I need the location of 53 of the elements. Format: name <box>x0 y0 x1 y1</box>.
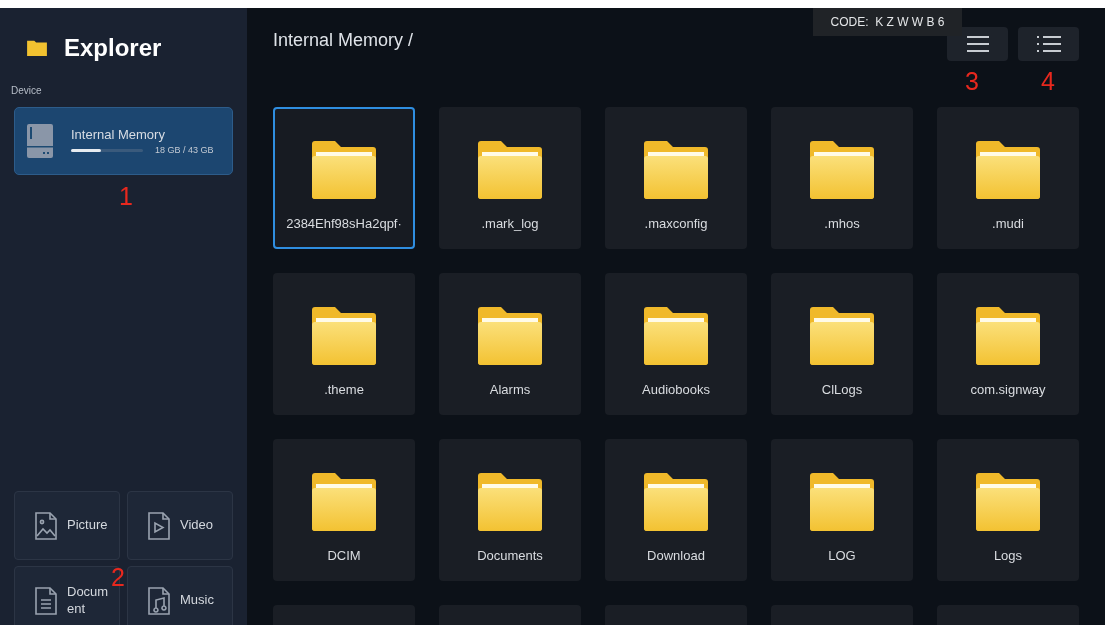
video-file-icon <box>148 511 170 540</box>
folder-icon <box>974 472 1042 532</box>
folder-tile[interactable]: .maxconfig <box>605 107 747 249</box>
annotation-number: 1 <box>119 182 133 211</box>
folder-icon <box>476 140 544 200</box>
storage-item[interactable]: Internal Memory 18 GB / 43 GB <box>14 107 233 175</box>
annotation-number: 3 <box>965 67 979 96</box>
folder-tile[interactable]: .mark_log <box>439 107 581 249</box>
menu-icon <box>966 36 989 52</box>
drive-icon <box>27 124 53 158</box>
folder-tile[interactable]: LOG <box>771 439 913 581</box>
folder-tile[interactable]: Download <box>605 439 747 581</box>
code-tooltip: CODE: K Z W W B 6 <box>813 8 962 36</box>
folder-tile[interactable]: DCIM <box>273 439 415 581</box>
folder-tile[interactable]: Documents <box>439 439 581 581</box>
music-file-icon <box>148 586 170 615</box>
category-button[interactable]: Picture <box>14 491 120 560</box>
folder-tile[interactable]: 2384Ehf98sHa2qpf· <box>273 107 415 249</box>
folder-tile[interactable]: ClLogs <box>771 273 913 415</box>
folder-icon <box>310 472 378 532</box>
category-button[interactable]: Music <box>127 566 233 625</box>
folder-icon <box>642 472 710 532</box>
folder-icon <box>974 306 1042 366</box>
section-label: Device <box>11 85 43 96</box>
storage-name: Internal Memory <box>71 127 166 142</box>
list-icon <box>1036 36 1061 52</box>
storage-usage-text: 18 GB / 43 GB <box>155 145 214 155</box>
picture-file-icon <box>35 511 57 540</box>
folder-tile[interactable]: Alarms <box>439 273 581 415</box>
folder-tile[interactable]: .mhos <box>771 107 913 249</box>
folder-tile[interactable]: com.signway <box>937 273 1079 415</box>
folder-icon <box>476 306 544 366</box>
folder-icon <box>808 140 876 200</box>
folder-tile[interactable]: .mudi <box>937 107 1079 249</box>
folder-icon <box>642 140 710 200</box>
breadcrumb-path: Internal Memory / <box>273 30 414 51</box>
annotation-number: 4 <box>1041 67 1055 96</box>
document-file-icon <box>35 586 57 615</box>
folder-tile[interactable]: Logs <box>937 439 1079 581</box>
folder-tile[interactable]: Audiobooks <box>605 273 747 415</box>
app-title: Explorer <box>64 34 162 62</box>
folder-icon <box>476 472 544 532</box>
folder-icon <box>310 140 378 200</box>
menu-button[interactable] <box>947 27 1008 61</box>
category-button[interactable]: Video <box>127 491 233 560</box>
folder-icon <box>974 140 1042 200</box>
folder-icon <box>808 306 876 366</box>
folder-tile[interactable]: .theme <box>273 273 415 415</box>
folder-icon <box>26 39 48 57</box>
folder-icon <box>808 472 876 532</box>
folder-icon <box>642 306 710 366</box>
list-view-button[interactable] <box>1018 27 1079 61</box>
folder-icon <box>310 306 378 366</box>
